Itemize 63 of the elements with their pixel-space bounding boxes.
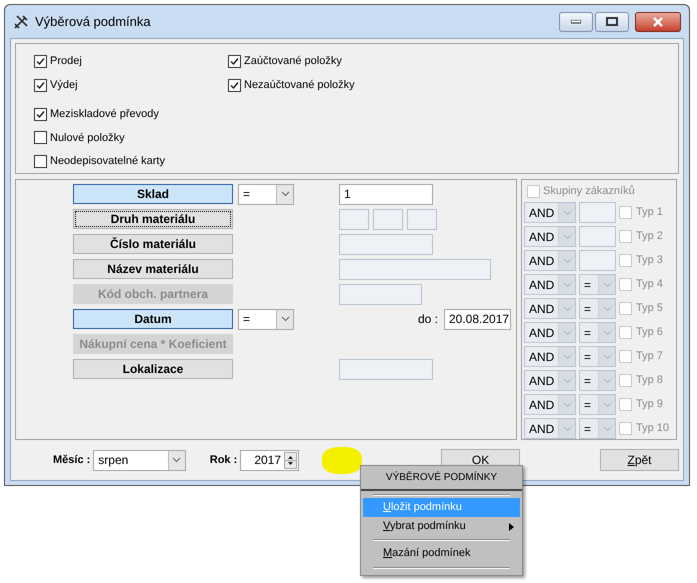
- tools-icon: [13, 14, 29, 30]
- checkbox-label: Skupiny zákazníků: [543, 184, 635, 199]
- checkbox[interactable]: [34, 154, 47, 168]
- input-field[interactable]: [339, 234, 433, 254]
- field-label: Měsíc :: [53, 452, 90, 468]
- operator-dropdown[interactable]: =: [238, 308, 294, 330]
- input-field[interactable]: [579, 202, 616, 223]
- checkbox-label: Typ 8: [636, 373, 663, 388]
- range-label: do :: [418, 311, 438, 328]
- window-title: Výběrová podmínka: [35, 12, 151, 31]
- checkbox-label: Typ 4: [636, 277, 663, 292]
- field-label: Rok :: [210, 452, 238, 468]
- submenu-arrow-icon: [509, 522, 514, 530]
- checkbox-label: Nezaúčtované položky: [244, 78, 355, 93]
- maximize-icon: [606, 17, 618, 26]
- filter-button[interactable]: Název materiálu: [73, 259, 233, 279]
- checkbox-label: Typ 6: [636, 325, 663, 340]
- close-button[interactable]: [635, 12, 681, 32]
- input-field[interactable]: [579, 250, 616, 271]
- filter-button[interactable]: Datum: [73, 309, 233, 329]
- checkbox[interactable]: [34, 131, 47, 144]
- checkbox[interactable]: [34, 108, 47, 122]
- input-field[interactable]: [407, 208, 437, 230]
- menu-item[interactable]: Vybrat podmínku: [363, 517, 520, 536]
- close-icon: [652, 16, 664, 26]
- input-field[interactable]: [339, 258, 491, 280]
- input-field[interactable]: [579, 226, 616, 247]
- filter-button[interactable]: Sklad: [73, 184, 233, 204]
- maximize-button[interactable]: [595, 12, 629, 32]
- checkbox-label: Prodej: [50, 54, 82, 70]
- input-field[interactable]: [339, 358, 433, 380]
- filter-button[interactable]: Číslo materiálu: [73, 234, 233, 254]
- input-field[interactable]: [339, 208, 369, 230]
- checkbox-label: Nulové položky: [50, 130, 125, 146]
- minimize-button[interactable]: [559, 12, 593, 32]
- checkbox[interactable]: [228, 55, 241, 68]
- menu-item[interactable]: Mazání podmínek: [363, 544, 520, 563]
- checkbox-label: Typ 7: [636, 349, 663, 364]
- checkbox-label: Typ 9: [636, 397, 663, 412]
- checkbox-label: Typ 10: [636, 421, 670, 436]
- input-field[interactable]: 20.08.2017: [444, 308, 511, 330]
- year-spinner[interactable]: 2017: [240, 450, 300, 470]
- checkbox-label: Zaúčtované položky: [244, 54, 342, 70]
- checkbox-label: Meziskladové převody: [50, 107, 159, 122]
- checkbox[interactable]: [228, 78, 241, 92]
- checkbox-label: Výdej: [50, 78, 78, 93]
- month-dropdown[interactable]: srpen: [93, 450, 186, 470]
- checkbox-label: Typ 1: [636, 205, 663, 220]
- menu-title: VÝBĚROVÉ PODMÍNKY: [361, 466, 522, 491]
- checkbox-label: Typ 5: [636, 301, 663, 316]
- operator-dropdown[interactable]: =: [238, 184, 294, 204]
- back-button[interactable]: Zpět: [600, 449, 679, 471]
- checkbox-label: Neodepisovatelné karty: [50, 154, 165, 170]
- input-field[interactable]: 1: [339, 184, 433, 204]
- checkbox-label: Typ 3: [636, 253, 663, 268]
- checkbox[interactable]: [34, 55, 47, 68]
- input-field[interactable]: [373, 208, 403, 230]
- checkbox-label: Typ 2: [636, 229, 663, 244]
- minimize-icon: [571, 20, 581, 24]
- checkbox[interactable]: [34, 78, 47, 92]
- spin-arrows-icon: [284, 452, 298, 468]
- filter-button[interactable]: Druh materiálu: [73, 209, 233, 229]
- filter-button[interactable]: Lokalizace: [73, 359, 233, 379]
